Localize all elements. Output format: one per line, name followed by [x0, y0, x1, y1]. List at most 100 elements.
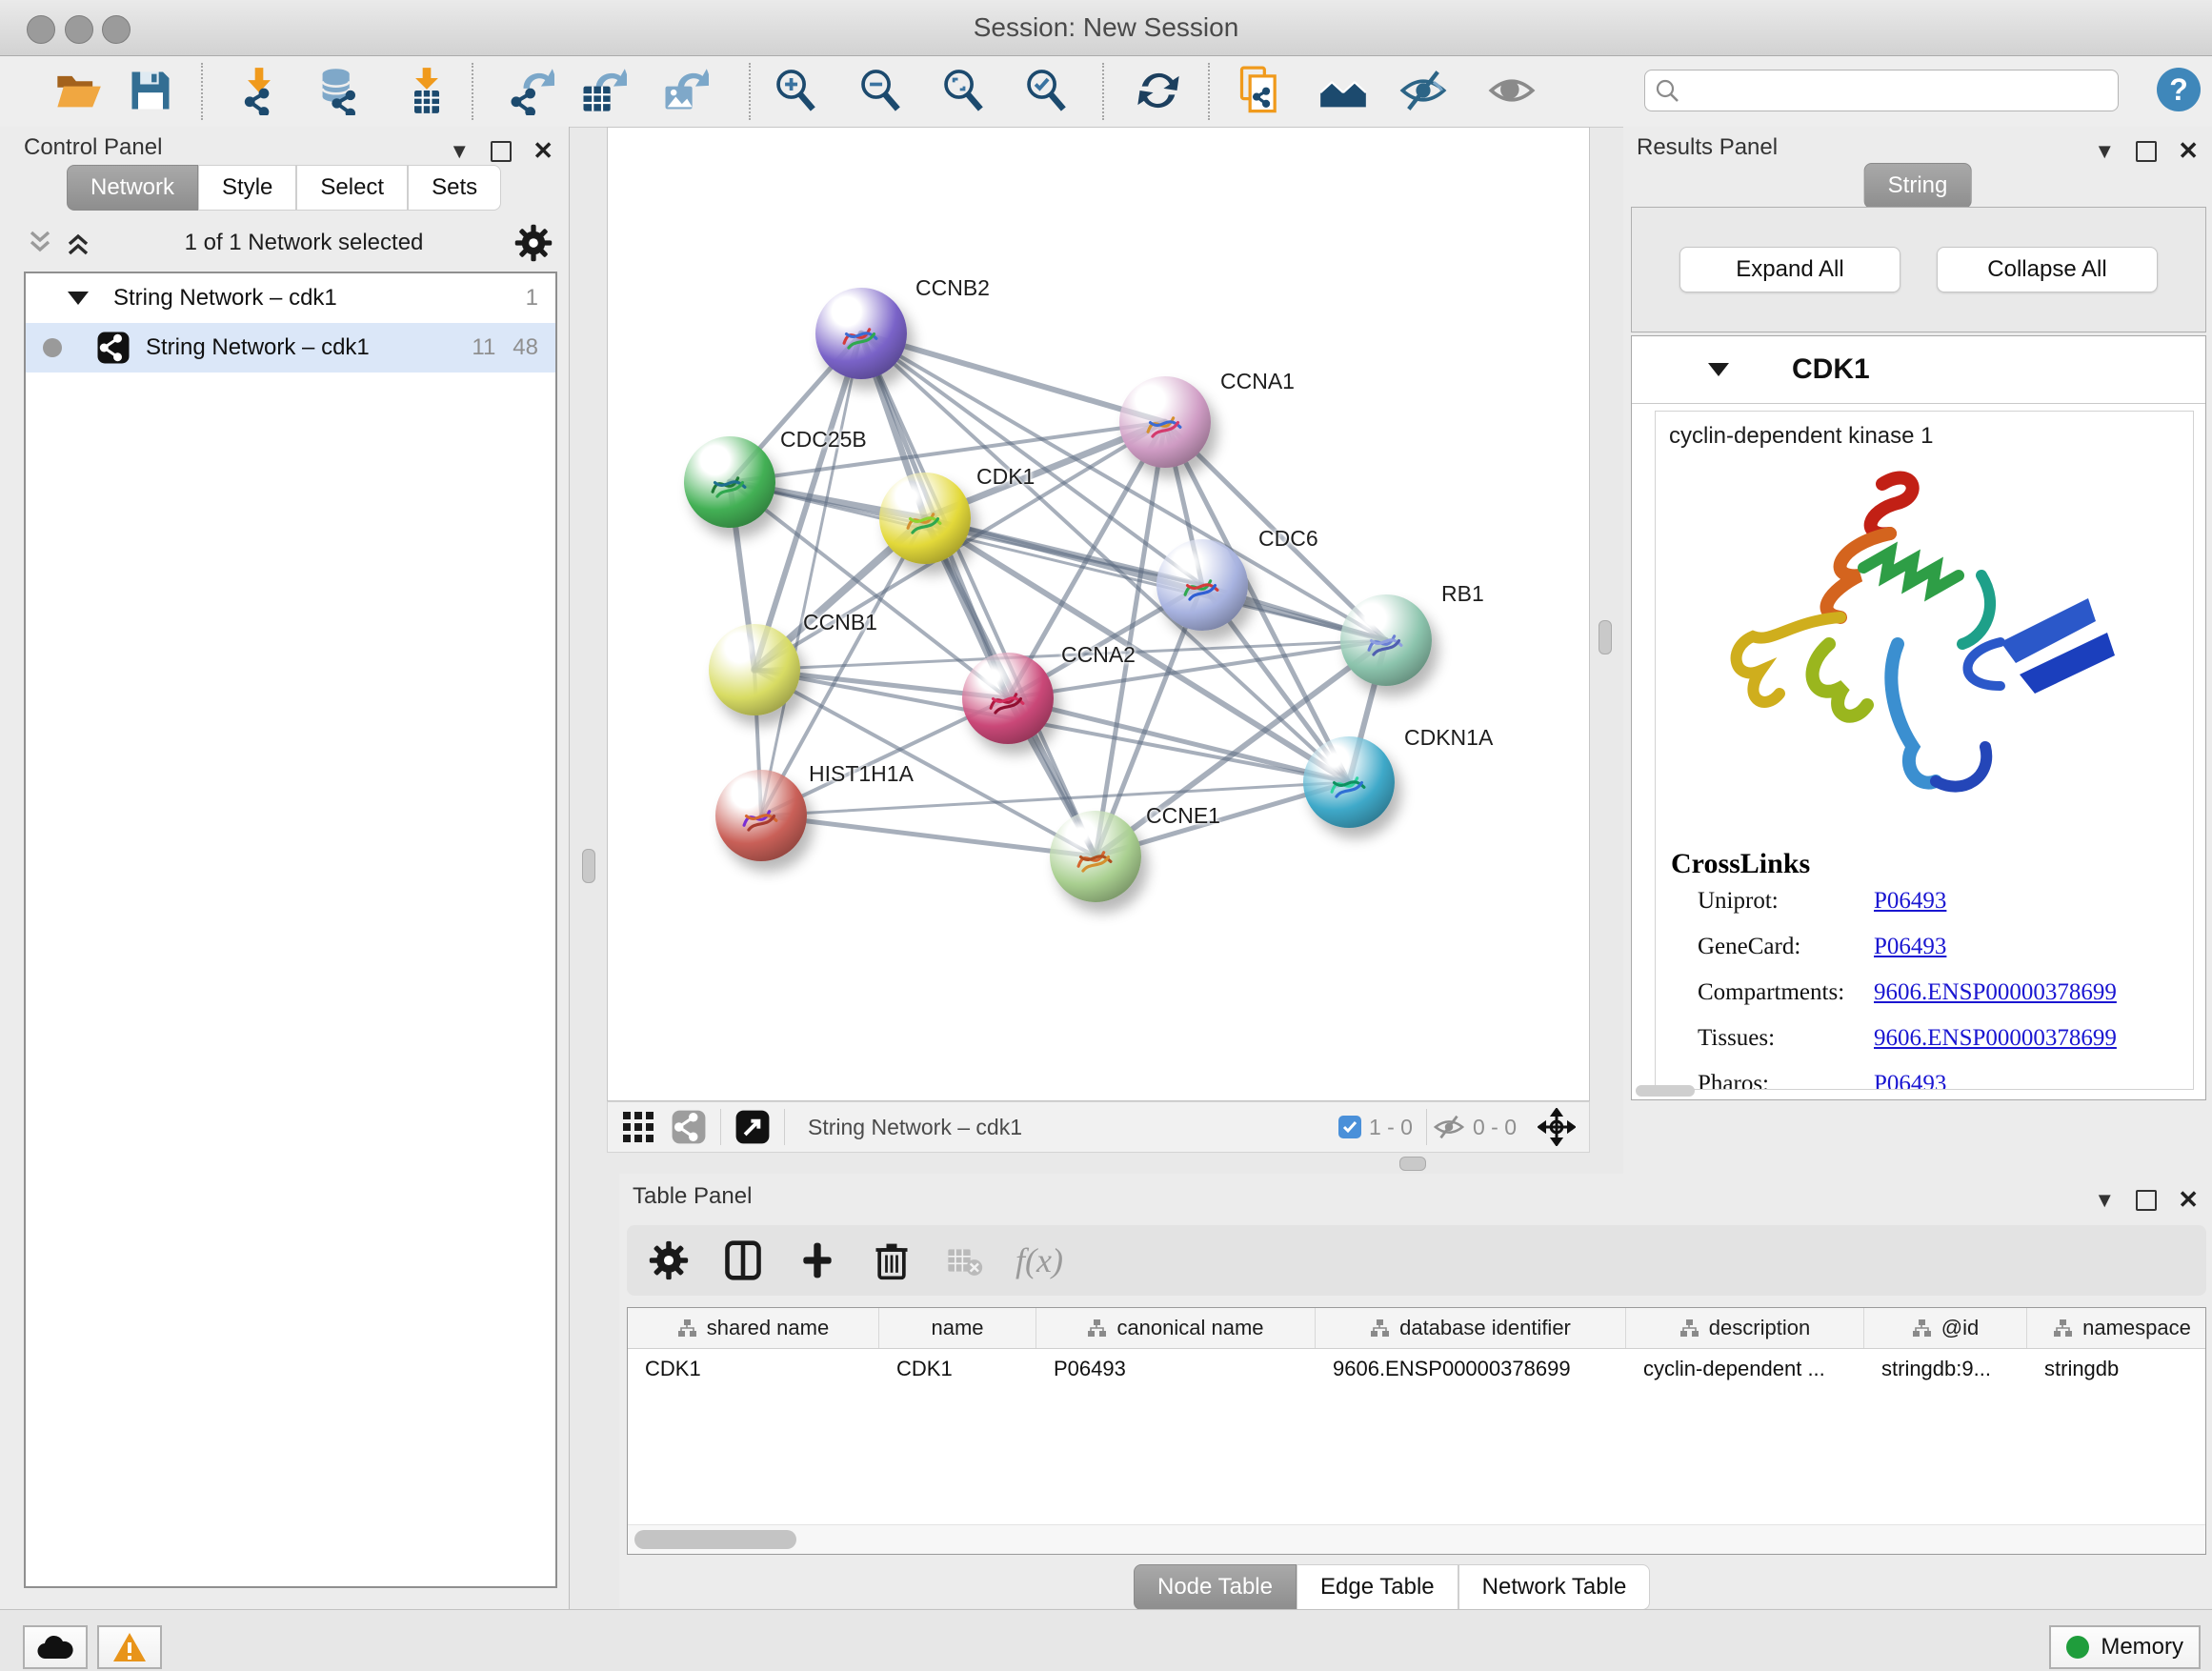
table-options-gear-icon[interactable] [648, 1239, 690, 1281]
export-image-icon[interactable] [659, 66, 709, 115]
results-panel-float-icon[interactable] [2136, 141, 2157, 162]
import-table-file-icon[interactable] [402, 66, 452, 115]
share-view-icon[interactable] [671, 1109, 707, 1145]
apply-preferred-layout-icon[interactable] [1134, 66, 1183, 115]
export-table-icon[interactable] [577, 66, 627, 115]
tab-edge-table[interactable]: Edge Table [1297, 1564, 1458, 1610]
network-from-selection-icon[interactable] [1236, 66, 1285, 115]
network-node-CDC25B[interactable] [684, 436, 775, 528]
table-panel-float-icon[interactable] [2136, 1190, 2157, 1211]
cloud-button[interactable] [23, 1625, 88, 1669]
column-header-database-identifier[interactable]: database identifier [1316, 1308, 1626, 1348]
zoom-in-icon[interactable] [772, 66, 821, 115]
tab-network[interactable]: Network [67, 165, 198, 211]
delete-column-trash-icon[interactable] [871, 1239, 913, 1281]
column-header-shared-name[interactable]: shared name [628, 1308, 879, 1348]
column-header-description[interactable]: description [1626, 1308, 1864, 1348]
tab-string[interactable]: String [1864, 163, 1972, 209]
network-edge-HIST1H1A-CCNE1[interactable] [761, 815, 1096, 856]
protein-header-row[interactable]: CDK1 [1632, 336, 2205, 404]
network-node-HIST1H1A[interactable] [715, 770, 807, 861]
table-cell[interactable]: cyclin-dependent ... [1626, 1349, 1864, 1389]
network-node-CCNE1[interactable] [1050, 811, 1141, 902]
network-collection-row[interactable]: String Network – cdk1 1 [26, 273, 555, 323]
collection-collapse-icon[interactable] [68, 292, 89, 305]
tab-node-table[interactable]: Node Table [1134, 1564, 1297, 1610]
table-row[interactable]: CDK1CDK1P064939606.ENSP00000378699cyclin… [628, 1349, 2205, 1389]
table-panel-close-icon[interactable]: ✕ [2178, 1185, 2199, 1215]
tab-sets[interactable]: Sets [408, 165, 501, 211]
results-panel-close-icon[interactable]: ✕ [2178, 136, 2199, 166]
collapse-all-button[interactable]: Collapse All [1937, 247, 2158, 292]
hidden-eye-slash-icon[interactable] [1433, 1111, 1465, 1143]
help-button[interactable]: ? [2157, 68, 2201, 111]
tab-select[interactable]: Select [296, 165, 408, 211]
show-all-eye-icon[interactable] [1487, 66, 1537, 115]
table-hscrollbar-thumb[interactable] [634, 1530, 796, 1549]
expand-all-networks-icon[interactable] [62, 227, 94, 259]
memory-button[interactable]: Memory [2049, 1625, 2201, 1669]
column-header-label: name [931, 1316, 983, 1340]
results-panel-collapse-icon[interactable]: ▼ [2094, 139, 2115, 164]
right-splitter-handle[interactable] [1599, 620, 1612, 654]
zoom-fit-content-icon[interactable] [939, 66, 989, 115]
collapse-all-networks-icon[interactable] [24, 227, 56, 259]
table-cell[interactable]: 9606.ENSP00000378699 [1316, 1349, 1626, 1389]
network-node-CCNB1[interactable] [709, 624, 800, 715]
network-node-CCNA1[interactable] [1119, 376, 1211, 468]
control-panel-close-icon[interactable]: ✕ [533, 136, 553, 166]
crosslink-value-link[interactable]: 9606.ENSP00000378699 [1874, 979, 2117, 1006]
control-panel-float-icon[interactable] [491, 141, 512, 162]
table-cell[interactable]: P06493 [1036, 1349, 1316, 1389]
column-header-namespace[interactable]: namespace [2027, 1308, 2206, 1348]
network-canvas[interactable]: CCNB2CCNA1CDC25BCDK1CDC6RB1CCNB1CCNA2CDK… [607, 127, 1590, 1101]
left-splitter-handle[interactable] [582, 849, 595, 883]
warnings-button[interactable] [97, 1625, 162, 1669]
network-node-CCNA2[interactable] [962, 653, 1054, 744]
table-cell[interactable]: CDK1 [879, 1349, 1036, 1389]
network-node-RB1[interactable] [1340, 594, 1432, 686]
table-hscrollbar[interactable] [628, 1524, 2205, 1554]
selected-nodes-checkbox[interactable] [1338, 1116, 1361, 1138]
table-cell[interactable]: stringdb [2027, 1349, 2206, 1389]
crosslink-value-link[interactable]: 9606.ENSP00000378699 [1874, 1025, 2117, 1052]
network-options-gear-icon[interactable] [513, 223, 553, 263]
zoom-out-icon[interactable] [856, 66, 906, 115]
homes-icon[interactable] [1318, 66, 1368, 115]
column-header--id[interactable]: @id [1864, 1308, 2027, 1348]
search-input[interactable] [1687, 77, 2108, 104]
zoom-selected-icon[interactable] [1022, 66, 1072, 115]
network-node-CDK1[interactable] [879, 473, 971, 564]
add-column-icon[interactable] [796, 1239, 838, 1281]
table-cell[interactable]: stringdb:9... [1864, 1349, 2027, 1389]
tab-network-table[interactable]: Network Table [1458, 1564, 1651, 1610]
table-panel-collapse-icon[interactable]: ▼ [2094, 1188, 2115, 1213]
expand-all-button[interactable]: Expand All [1679, 247, 1900, 292]
birds-eye-view-icon[interactable] [1538, 1108, 1576, 1146]
export-network-icon[interactable] [505, 66, 554, 115]
import-network-file-icon[interactable] [234, 66, 284, 115]
column-header-name[interactable]: name [879, 1308, 1036, 1348]
search-box [1644, 70, 2119, 111]
bottom-splitter-handle[interactable] [1399, 1157, 1426, 1171]
network-node-CCNB2[interactable] [815, 288, 907, 379]
column-header-canonical-name[interactable]: canonical name [1036, 1308, 1316, 1348]
crosslink-value-link[interactable]: P06493 [1874, 1071, 1946, 1090]
crosslink-value-link[interactable]: P06493 [1874, 888, 1946, 915]
open-session-icon[interactable] [53, 66, 103, 115]
network-node-CDC6[interactable] [1156, 539, 1248, 631]
show-columns-icon[interactable] [722, 1239, 764, 1281]
network-row[interactable]: String Network – cdk1 11 48 [26, 323, 555, 372]
protein-collapse-icon[interactable] [1708, 363, 1729, 376]
crosslink-value-link[interactable]: P06493 [1874, 934, 1946, 960]
open-in-new-window-icon[interactable] [734, 1109, 771, 1145]
control-panel-collapse-icon[interactable]: ▼ [449, 139, 470, 164]
tab-style[interactable]: Style [198, 165, 296, 211]
import-network-database-icon[interactable] [315, 66, 365, 115]
save-session-icon[interactable] [126, 66, 175, 115]
grid-view-icon[interactable] [621, 1110, 655, 1144]
network-node-CDKN1A[interactable] [1303, 736, 1395, 828]
results-scrollbar-thumb[interactable] [1636, 1085, 1695, 1097]
hide-selected-eye-slash-icon[interactable] [1398, 66, 1448, 115]
table-cell[interactable]: CDK1 [628, 1349, 879, 1389]
